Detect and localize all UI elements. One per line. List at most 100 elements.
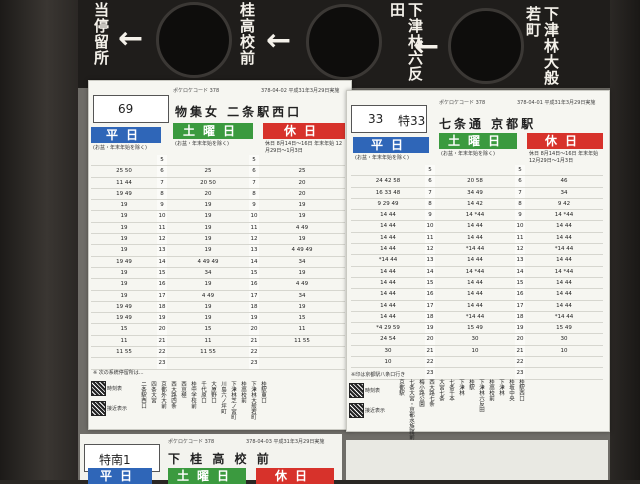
time-cell: 11 <box>259 324 345 336</box>
hour-cell: 6 <box>515 176 525 188</box>
timetable-sheet-bottom-right <box>346 440 608 480</box>
hour-cell: 11 <box>515 232 525 245</box>
timetable-sheet-bottom: 特南1 ポケロケコード 378 378-04-03 平成31年3月29日実施 下… <box>80 434 342 484</box>
stop-label-4: 下津林大般若町 <box>524 6 560 86</box>
header-weekday: 平日 <box>91 127 161 143</box>
hour-cell: 20 <box>425 334 435 346</box>
time-cell: 34 <box>259 257 345 268</box>
hour-cell: 14 <box>249 256 259 268</box>
time-cell: 19 <box>91 279 157 291</box>
time-cell: 11 <box>167 336 249 348</box>
time-cell: 20 50 <box>167 178 249 189</box>
time-cell: 9 42 <box>525 199 603 211</box>
header-saturday: 土曜日 <box>168 468 246 484</box>
route-number: 特南1 <box>99 453 131 467</box>
stop-name: 川島六ノ坪町 <box>220 381 226 414</box>
pocket-code: ポケロケコード 378 <box>173 88 220 94</box>
time-cell: 25 <box>167 166 249 178</box>
stop-name: 下津林 <box>458 379 464 396</box>
hour-cell: 19 <box>249 313 259 325</box>
qr-label: 時刻表 <box>107 386 123 392</box>
hour-cell: 8 <box>249 188 259 201</box>
time-cell: 14 44 <box>435 221 515 233</box>
time-cell: 19 <box>91 268 157 280</box>
time-cell: 19 <box>91 291 157 302</box>
stop-name: 二条駅西口 <box>140 381 146 409</box>
hour-cell: 8 <box>157 188 167 201</box>
stop-name: 京都駅 <box>398 379 404 396</box>
time-cell: 19 <box>259 200 345 212</box>
stop-name: 七条千本 <box>448 379 454 401</box>
time-cell: 14 44 <box>525 233 603 245</box>
hour-cell: 14 <box>425 266 435 278</box>
hour-cell: 5 <box>157 155 167 167</box>
time-cell: 14 44 <box>525 278 603 290</box>
stop-name: 下津林大般若町 <box>250 381 256 420</box>
effective-date: 378-04-03 平成31年3月29日実施 <box>246 439 325 445</box>
time-cell: 14 *44 <box>435 210 515 222</box>
hour-cell: 21 <box>425 345 435 358</box>
stop-label-current: 当停留所 <box>92 2 110 66</box>
hour-cell: 17 <box>425 300 435 312</box>
stop-label-2: 桂高校前 <box>238 2 256 66</box>
hour-cell: 10 <box>249 211 259 223</box>
time-cell: 14 *44 <box>525 210 603 222</box>
route-number-box: 69 <box>93 95 169 123</box>
hour-cell: 6 <box>157 166 167 178</box>
effective-date: 378-04-01 平成31年3月29日実施 <box>517 100 596 106</box>
time-cell: 14 44 <box>351 278 425 290</box>
hour-cell: 18 <box>425 311 435 324</box>
hours-column: 5 6 7 8 9 10 11 12 13 14 15 16 17 18 19 20 21 22 23 <box>425 165 435 380</box>
time-cell: 14 44 <box>525 301 603 312</box>
hour-cell: 17 <box>157 290 167 302</box>
time-cell: 14 44 <box>351 312 425 324</box>
time-cell <box>525 357 603 369</box>
time-cell: 14 44 <box>435 278 515 290</box>
hour-cell: 13 <box>157 245 167 257</box>
sub-weekday: (お盆・年末年始を除く) <box>93 145 147 151</box>
hour-cell: 11 <box>249 222 259 235</box>
hour-cell: 9 <box>157 200 167 212</box>
timetable-sheet-left: 69 ポケロケコード 378 378-04-02 平成31年3月29日実施 物集… <box>88 80 352 430</box>
hour-cell: 15 <box>515 277 525 290</box>
qr-label: 接近表示 <box>365 408 386 414</box>
hour-cell: 21 <box>249 335 259 348</box>
bolt-hole-icon <box>156 2 232 78</box>
hour-cell: 8 <box>425 198 435 211</box>
hour-cell: 9 <box>425 210 435 222</box>
time-cell: 19 <box>91 211 157 223</box>
hour-cell: 10 <box>515 221 525 233</box>
holiday-column: 25 20 20 19 19 4 49 19 4 49 49 34 19 4 49 34 19 15 11 1… <box>259 155 345 370</box>
hour-cell: 20 <box>157 324 167 336</box>
time-cell: 11 <box>91 336 157 348</box>
saturday-column: 20 58 34 49 14 42 14 *44 14 44 14 44 *14 44 14 … <box>435 165 515 380</box>
time-cell: 19 <box>91 234 157 246</box>
time-cell: 14 44 <box>351 244 425 256</box>
time-cell <box>351 165 425 177</box>
hour-cell: 16 <box>157 279 167 291</box>
time-cell: 16 33 48 <box>351 188 425 199</box>
time-cell: 15 <box>259 313 345 325</box>
hour-cell: 20 <box>249 324 259 336</box>
time-cell: 19 49 <box>91 313 157 325</box>
hour-cell: 15 <box>157 267 167 280</box>
hours-column: 5 6 7 8 9 10 11 12 13 14 15 16 17 18 19 20 21 22 23 <box>157 155 167 370</box>
stop-name: 下津林芝ノ宮町 <box>230 381 236 420</box>
stop-name: 大宮七条 <box>438 379 444 401</box>
hour-cell: 13 <box>515 255 525 267</box>
stop-name: 大原野口 <box>210 381 216 403</box>
header-holiday: 休日 <box>256 468 334 484</box>
sub-holiday: 休日 8月14日～16日 年末年始 12月29日～1月3日 <box>529 151 599 164</box>
time-cell: 14 44 <box>435 255 515 267</box>
hour-cell: 10 <box>157 211 167 223</box>
time-cell: 10 <box>351 357 425 369</box>
hour-cell: 13 <box>249 245 259 257</box>
time-cell: 19 <box>259 302 345 314</box>
time-cell <box>259 358 345 370</box>
stop-name: 西京極 <box>180 381 186 398</box>
stop-name: 下津林六反田 <box>478 379 484 412</box>
stop-name: 桂高校前 <box>240 381 246 403</box>
stop-name: 桂高校前 <box>488 379 494 401</box>
hour-cell: 18 <box>249 301 259 314</box>
note: ※印は京都駅八条口行き <box>351 372 406 378</box>
